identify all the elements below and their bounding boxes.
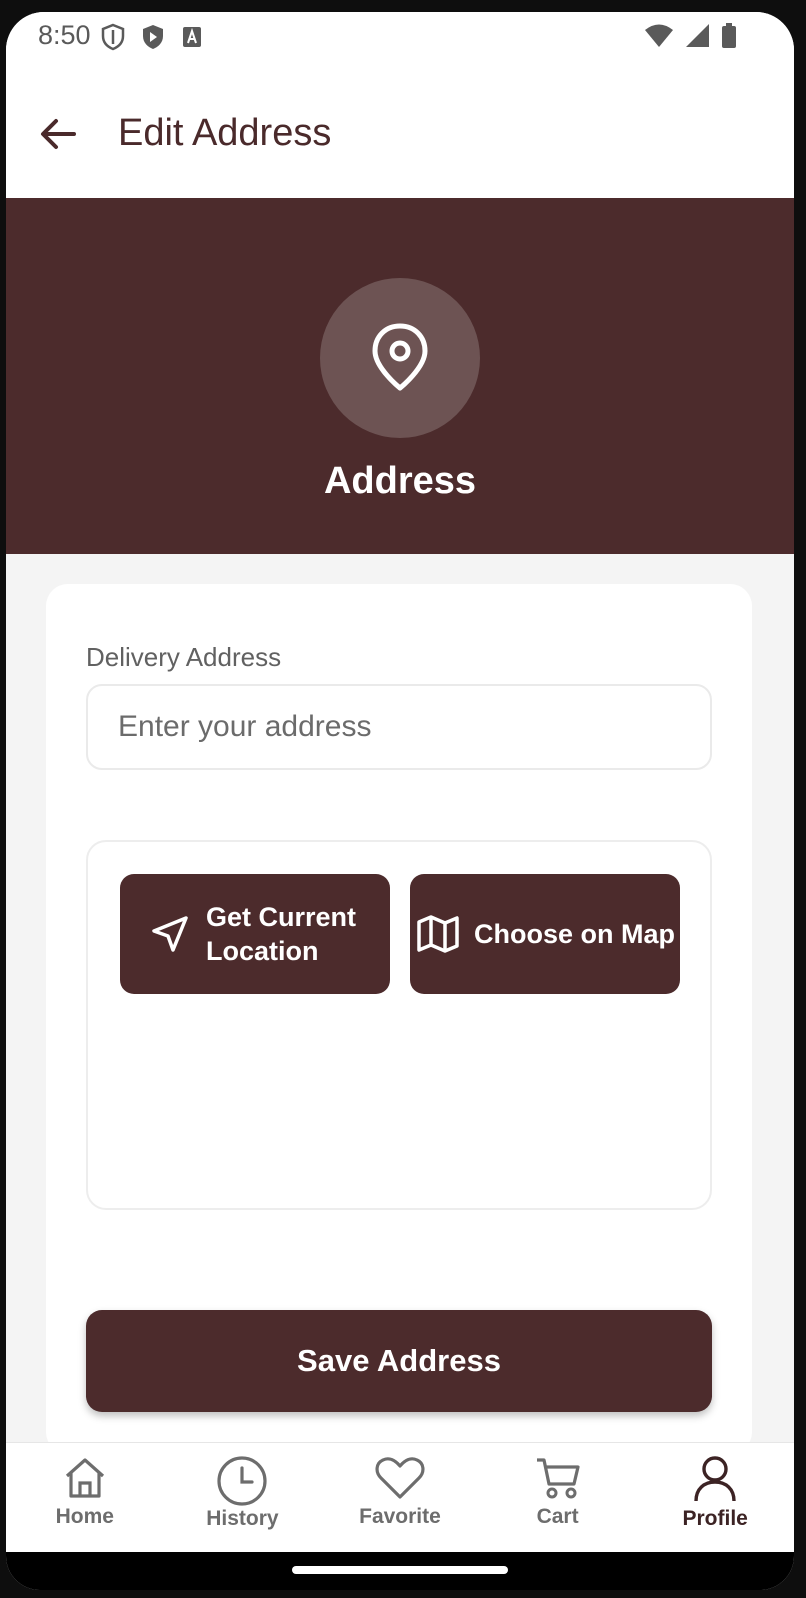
status-notification-icons xyxy=(100,22,204,57)
gesture-navigation-area xyxy=(6,1552,794,1590)
save-address-button[interactable]: Save Address xyxy=(86,1310,712,1412)
nav-label-profile: Profile xyxy=(682,1507,748,1530)
nav-item-history[interactable]: History xyxy=(164,1443,322,1553)
choose-on-map-label: Choose on Map xyxy=(474,919,675,949)
choose-on-map-button[interactable]: Choose on Map xyxy=(410,874,680,994)
font-a-icon xyxy=(180,22,204,57)
heart-icon xyxy=(375,1457,425,1499)
cart-icon xyxy=(536,1458,580,1499)
back-button[interactable] xyxy=(36,112,80,156)
cellular-signal-icon xyxy=(684,22,710,55)
nav-item-cart[interactable]: Cart xyxy=(479,1443,637,1553)
arrow-left-icon xyxy=(41,119,76,149)
header-label: Address xyxy=(323,460,477,502)
location-options-panel: Get Current Location Choose on Map xyxy=(86,840,712,1210)
status-bar: 8:50 xyxy=(6,12,794,72)
delivery-address-label: Delivery Address xyxy=(86,642,282,672)
address-input[interactable] xyxy=(86,684,712,770)
battery-icon xyxy=(720,22,738,55)
navigation-arrow-icon xyxy=(152,916,188,952)
wifi-icon xyxy=(644,22,674,55)
home-icon xyxy=(65,1458,104,1498)
nav-label-favorite: Favorite xyxy=(359,1505,441,1528)
status-system-icons xyxy=(644,22,738,55)
nav-item-profile[interactable]: Profile xyxy=(636,1443,794,1553)
address-form-card: Delivery Address Get Current Location Ch… xyxy=(46,584,752,1454)
shield-icon xyxy=(100,22,126,57)
get-current-location-label: Get Current Location xyxy=(206,902,357,966)
clock-icon xyxy=(217,1456,267,1506)
page-title: Edit Address xyxy=(118,112,332,154)
location-avatar xyxy=(320,278,480,438)
get-current-location-button[interactable]: Get Current Location xyxy=(120,874,390,994)
person-icon xyxy=(694,1456,736,1502)
phone-screen: 8:50 Edit Address Address Delivery Addre… xyxy=(6,12,794,1590)
map-icon xyxy=(417,915,459,953)
status-time: 8:50 xyxy=(38,20,91,50)
nav-item-favorite[interactable]: Favorite xyxy=(321,1443,479,1553)
play-protect-icon xyxy=(140,22,166,57)
nav-label-cart: Cart xyxy=(536,1505,579,1528)
bottom-navigation: Home History Favorite Cart Profile xyxy=(6,1442,794,1553)
map-pin-icon xyxy=(372,323,428,391)
address-header: Address xyxy=(6,198,794,554)
home-gesture-handle[interactable] xyxy=(292,1566,508,1574)
nav-label-home: Home xyxy=(55,1505,114,1528)
nav-item-home[interactable]: Home xyxy=(6,1443,164,1553)
app-bar: Edit Address xyxy=(6,72,794,198)
nav-label-history: History xyxy=(206,1507,279,1530)
